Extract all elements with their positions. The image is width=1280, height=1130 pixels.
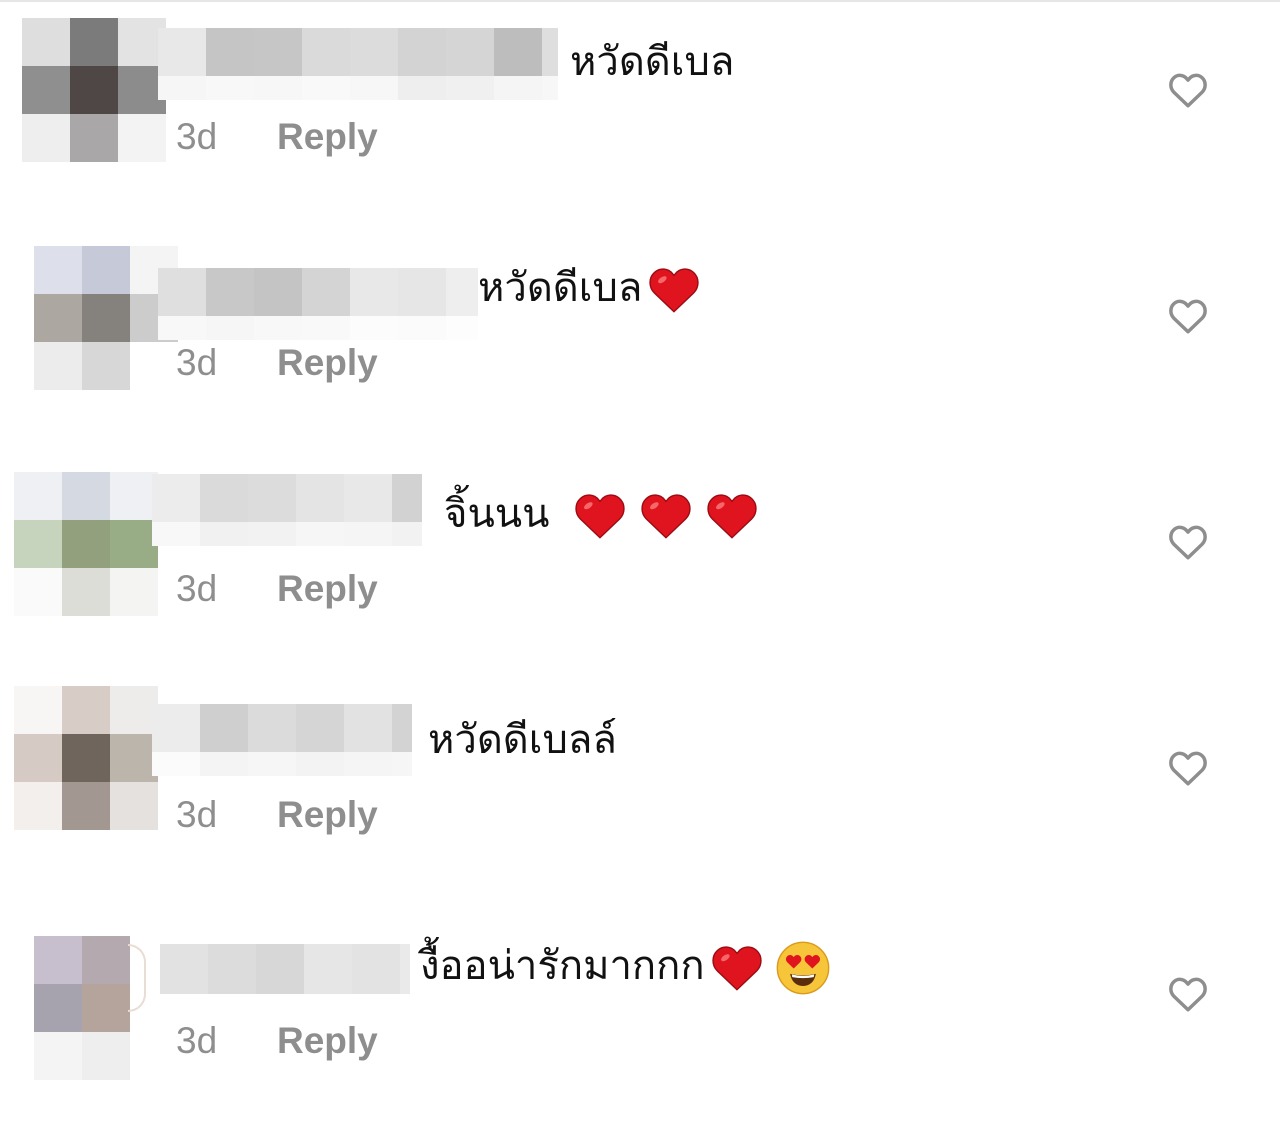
comment-text-body: หวัดดีเบล: [478, 265, 643, 311]
comment-text: จิ้นนน: [444, 486, 760, 544]
heart-outline-icon[interactable]: [1166, 68, 1210, 112]
comment-item: หวัดดีเบล 3d Reply: [0, 226, 1280, 452]
username-blurred[interactable]: [158, 268, 478, 340]
heart-outline-icon[interactable]: [1166, 746, 1210, 790]
comment-text-body: หวัดดีเบลล์: [428, 717, 617, 763]
comment-timestamp: 3d: [176, 794, 218, 835]
comment-timestamp: 3d: [176, 342, 218, 383]
username-blurred[interactable]: [152, 474, 422, 546]
avatar[interactable]: [22, 18, 166, 162]
heart-eyes-emoji: [776, 941, 829, 995]
comment-text: หวัดดีเบล: [478, 260, 702, 318]
comment-timestamp: 3d: [176, 1020, 218, 1061]
comment-item: หวัดดีเบลล์ 3d Reply: [0, 678, 1280, 904]
comment-text-body: จิ้นนน: [444, 491, 563, 537]
avatar[interactable]: [34, 246, 178, 390]
username-blurred[interactable]: [158, 28, 558, 100]
avatar-story-ring: [128, 944, 146, 1012]
reply-button[interactable]: Reply: [277, 342, 378, 384]
heart-outline-icon[interactable]: [1166, 294, 1210, 338]
red-heart-emoji: [575, 494, 625, 539]
avatar[interactable]: [34, 936, 178, 1080]
username-blurred[interactable]: [152, 704, 412, 776]
comment-item: หวัดดีเบล 3d Reply: [0, 0, 1280, 226]
comment-timestamp: 3d: [176, 116, 218, 157]
reply-button[interactable]: Reply: [277, 1020, 378, 1062]
comment-text: หวัดดีเบลล์: [428, 712, 617, 768]
comment-timestamp: 3d: [176, 568, 218, 609]
comment-item: งื้ออน่ารักมากกก 3d Reply: [0, 904, 1280, 1130]
avatar[interactable]: [14, 472, 158, 616]
comment-item: จิ้นนน 3d Reply: [0, 452, 1280, 678]
comment-text: หวัดดีเบล: [570, 34, 734, 90]
reply-button[interactable]: Reply: [277, 116, 378, 158]
username-blurred[interactable]: [160, 944, 410, 994]
red-heart-emoji: [707, 494, 757, 539]
reply-button[interactable]: Reply: [277, 568, 378, 610]
comment-text-body: หวัดดีเบล: [570, 39, 735, 85]
comment-text: งื้ออน่ารักมากกก: [420, 938, 831, 996]
heart-outline-icon[interactable]: [1166, 520, 1210, 564]
heart-outline-icon[interactable]: [1166, 972, 1210, 1016]
comment-text-body: งื้ออน่ารักมากกก: [420, 943, 705, 989]
reply-button[interactable]: Reply: [277, 794, 378, 836]
avatar[interactable]: [14, 686, 158, 830]
red-heart-emoji: [711, 946, 762, 991]
red-heart-emoji: [641, 494, 691, 539]
red-heart-emoji: [649, 268, 700, 313]
